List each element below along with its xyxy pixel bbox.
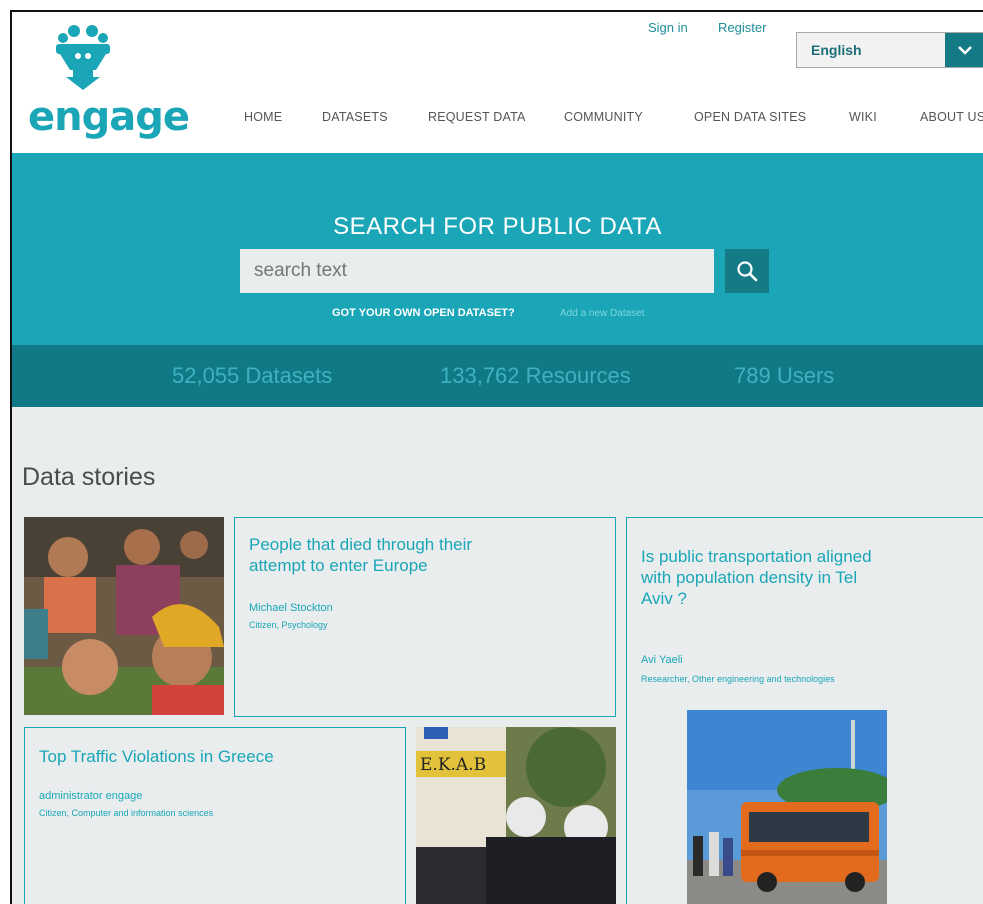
site-header: engage Sign in Register English HOME DAT… — [12, 12, 983, 153]
story-title-line3[interactable]: Aviv ? — [641, 588, 687, 609]
search-title: SEARCH FOR PUBLIC DATA — [333, 213, 662, 240]
browser-page: engage Sign in Register English HOME DAT… — [10, 10, 983, 904]
main-nav: HOME DATASETS REQUEST DATA COMMUNITY OPE… — [12, 110, 983, 130]
story-title-line1[interactable]: Is public transportation aligned — [641, 546, 872, 567]
story-title-line1[interactable]: People that died through their — [249, 534, 472, 555]
stats-bar: 52,055 Datasets 133,762 Resources 789 Us… — [12, 345, 983, 407]
story-author[interactable]: Michael Stockton — [249, 602, 333, 614]
data-stories-section: Data stories People that died through th… — [12, 407, 983, 904]
section-title: Data stories — [22, 463, 156, 491]
people-logo-icon — [56, 25, 110, 90]
stat-datasets[interactable]: 52,055 Datasets — [172, 363, 332, 389]
story-author[interactable]: administrator engage — [39, 790, 142, 802]
story-card-traffic[interactable]: Top Traffic Violations in Greece adminis… — [24, 727, 406, 904]
search-input[interactable] — [240, 249, 714, 293]
nav-request-data[interactable]: REQUEST DATA — [428, 110, 526, 124]
search-section: SEARCH FOR PUBLIC DATA GOT YOUR OWN OPEN… — [12, 153, 983, 345]
add-dataset-link[interactable]: Add a new Dataset — [560, 308, 645, 319]
story-author-role: Citizen, Computer and information scienc… — [39, 808, 214, 818]
story-image-refugees[interactable] — [24, 517, 224, 715]
sign-in-link[interactable]: Sign in — [648, 20, 688, 35]
story-card-transport[interactable]: Is public transportation aligned with po… — [626, 517, 983, 904]
search-icon — [737, 261, 758, 282]
nav-wiki[interactable]: WIKI — [849, 110, 877, 124]
story-image-bus[interactable] — [687, 710, 887, 904]
stat-users[interactable]: 789 Users — [734, 363, 834, 389]
nav-community[interactable]: COMMUNITY — [564, 110, 643, 124]
story-card-refugees[interactable]: People that died through their attempt t… — [234, 517, 616, 717]
nav-open-data-sites[interactable]: OPEN DATA SITES — [694, 110, 806, 124]
story-author-role: Citizen, Psychology — [249, 620, 328, 630]
search-button[interactable] — [725, 249, 769, 293]
nav-datasets[interactable]: DATASETS — [322, 110, 388, 124]
chevron-down-icon[interactable] — [945, 33, 983, 67]
story-title[interactable]: Top Traffic Violations in Greece — [39, 746, 274, 767]
nav-home[interactable]: HOME — [244, 110, 282, 124]
nav-about-us[interactable]: ABOUT US — [920, 110, 983, 124]
language-select[interactable]: English — [796, 32, 983, 68]
story-title-line2[interactable]: attempt to enter Europe — [249, 555, 428, 576]
register-link[interactable]: Register — [718, 20, 766, 35]
story-title-line2[interactable]: with population density in Tel — [641, 567, 857, 588]
stat-resources[interactable]: 133,762 Resources — [440, 363, 631, 389]
language-value: English — [811, 42, 862, 58]
story-author-role: Researcher, Other engineering and techno… — [641, 674, 835, 684]
story-author[interactable]: Avi Yaeli — [641, 654, 683, 666]
story-image-ambulance[interactable]: E.K.A.B — [416, 727, 616, 904]
ambulance-label: E.K.A.B — [420, 755, 486, 775]
own-dataset-label: GOT YOUR OWN OPEN DATASET? — [332, 307, 515, 319]
